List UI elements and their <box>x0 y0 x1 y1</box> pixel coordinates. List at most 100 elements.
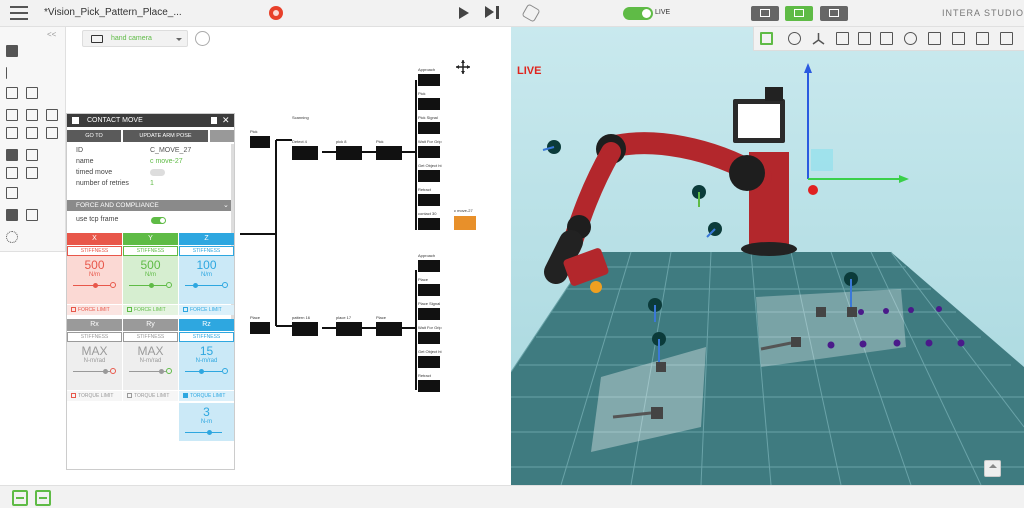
tree-node[interactable] <box>418 260 440 272</box>
hexagon-settings-icon[interactable] <box>521 3 541 23</box>
mode-select[interactable]: STIFFNESS <box>179 246 234 256</box>
step-button[interactable] <box>485 6 499 19</box>
tree-node[interactable] <box>418 194 440 206</box>
axis-slider[interactable] <box>185 368 228 376</box>
axis-slider[interactable] <box>73 368 116 376</box>
close-node-icon[interactable] <box>26 209 38 221</box>
tree-node[interactable] <box>292 322 318 336</box>
tree-node[interactable] <box>418 146 440 158</box>
layers-icon[interactable] <box>928 32 941 45</box>
tree-node[interactable] <box>376 146 402 160</box>
loading-circle-icon[interactable] <box>6 231 18 243</box>
tree-node[interactable] <box>418 284 440 296</box>
menu-icon[interactable] <box>10 6 28 20</box>
retries-field[interactable]: 1 <box>150 180 154 187</box>
tree-node[interactable] <box>418 98 440 110</box>
tree-node[interactable] <box>336 146 362 160</box>
torque-limit-checkbox[interactable]: TORQUE LIMIT <box>179 391 234 401</box>
tree-node[interactable] <box>292 146 318 160</box>
target-node-icon[interactable] <box>26 127 38 139</box>
axis-slider[interactable] <box>129 368 172 376</box>
disable-node-button[interactable] <box>210 130 234 142</box>
frame-view-icon[interactable] <box>760 32 773 45</box>
gripper-node-icon[interactable] <box>6 127 18 139</box>
tree-node[interactable] <box>376 322 402 336</box>
mode-select[interactable]: STIFFNESS <box>179 332 234 342</box>
square-node-icon[interactable] <box>6 45 18 57</box>
axis-slider[interactable] <box>73 282 116 290</box>
torque-limit-checkbox[interactable]: TORQUE LIMIT <box>123 391 178 401</box>
update-arm-pose-button[interactable]: UPDATE ARM POSE <box>123 130 208 142</box>
close-icon[interactable]: ✕ <box>222 115 230 126</box>
tree-node[interactable] <box>418 332 440 344</box>
collapse-button[interactable]: << <box>47 30 56 39</box>
list-node-icon[interactable] <box>46 109 58 121</box>
split-layout-icon[interactable] <box>35 490 51 506</box>
force-limit-checkbox[interactable]: FORCE LIMIT <box>123 305 178 315</box>
camera-settings-icon[interactable] <box>195 31 210 46</box>
use-tcp-frame-toggle[interactable] <box>151 217 166 224</box>
tree-node[interactable] <box>418 170 440 182</box>
grid-node-icon[interactable] <box>6 187 18 199</box>
tree-node[interactable] <box>418 122 440 134</box>
trash-icon[interactable] <box>211 117 217 124</box>
camera-node-icon[interactable] <box>46 127 58 139</box>
mode-select[interactable]: STIFFNESS <box>67 332 122 342</box>
axes-icon[interactable] <box>812 32 825 45</box>
tree-node[interactable] <box>336 322 362 336</box>
play-node-icon[interactable] <box>6 149 18 161</box>
3d-view-button[interactable] <box>820 6 848 21</box>
measure-icon[interactable] <box>858 32 871 45</box>
set-node-icon[interactable] <box>26 149 38 161</box>
tree-node[interactable] <box>250 322 270 334</box>
table-icon[interactable] <box>880 32 893 45</box>
move-node-icon[interactable] <box>6 109 18 121</box>
axis-slider[interactable] <box>129 282 172 290</box>
camera-select[interactable]: hand camera <box>82 30 188 47</box>
tree-node[interactable] <box>250 136 270 148</box>
split-view-button[interactable] <box>751 6 779 21</box>
axis-value[interactable]: 100 <box>179 256 234 272</box>
bracket-icon[interactable] <box>952 32 965 45</box>
force-limit-checkbox[interactable]: FORCE LIMIT <box>67 305 122 315</box>
axis-value[interactable]: MAX <box>67 342 122 358</box>
live-toggle[interactable] <box>623 7 653 20</box>
target-icon[interactable] <box>904 32 917 45</box>
mixed-view-button[interactable] <box>785 6 813 21</box>
parallel-node-icon[interactable] <box>26 87 38 99</box>
tree-node[interactable] <box>418 356 440 368</box>
timed-move-toggle[interactable] <box>150 169 165 176</box>
sequence-node-icon[interactable] <box>6 87 18 99</box>
selected-tree-node[interactable] <box>454 216 476 230</box>
download-node-icon[interactable] <box>26 167 38 179</box>
axis-value[interactable]: MAX <box>123 342 178 358</box>
mode-select[interactable]: STIFFNESS <box>123 246 178 256</box>
torque-limit-checkbox[interactable]: TORQUE LIMIT <box>67 391 122 401</box>
minus-circle-icon[interactable] <box>788 32 801 45</box>
go-to-button[interactable]: GO TO <box>67 130 121 142</box>
upload-node-icon[interactable] <box>6 167 18 179</box>
box-select-icon[interactable] <box>836 32 849 45</box>
torque-limit-slider[interactable] <box>185 429 228 437</box>
force-compliance-header[interactable]: FORCE AND COMPLIANCE ⌄ <box>67 200 234 211</box>
mode-select[interactable]: STIFFNESS <box>123 332 178 342</box>
tree-node[interactable] <box>418 380 440 392</box>
torque-limit-value[interactable]: 3 <box>179 403 234 419</box>
axis-value[interactable]: 500 <box>123 256 178 272</box>
tree-node[interactable] <box>418 74 440 86</box>
3d-viewport[interactable]: LIVE <box>511 27 1024 485</box>
delete-node-icon[interactable] <box>6 209 18 221</box>
hierarchy-icon[interactable] <box>976 32 989 45</box>
force-limit-checkbox[interactable]: FORCE LIMIT <box>179 305 234 315</box>
move-to-node-icon[interactable] <box>26 109 38 121</box>
play-button[interactable] <box>459 7 469 19</box>
axis-slider[interactable] <box>185 282 228 290</box>
axis-value[interactable]: 15 <box>179 342 234 358</box>
record-button[interactable] <box>269 6 283 20</box>
tree-node[interactable] <box>418 218 440 230</box>
axis-value[interactable]: 500 <box>67 256 122 272</box>
tree-node[interactable] <box>418 308 440 320</box>
name-field[interactable]: c move-27 <box>150 158 183 165</box>
layout-icon[interactable] <box>12 490 28 506</box>
zoom-control[interactable] <box>984 460 1001 477</box>
